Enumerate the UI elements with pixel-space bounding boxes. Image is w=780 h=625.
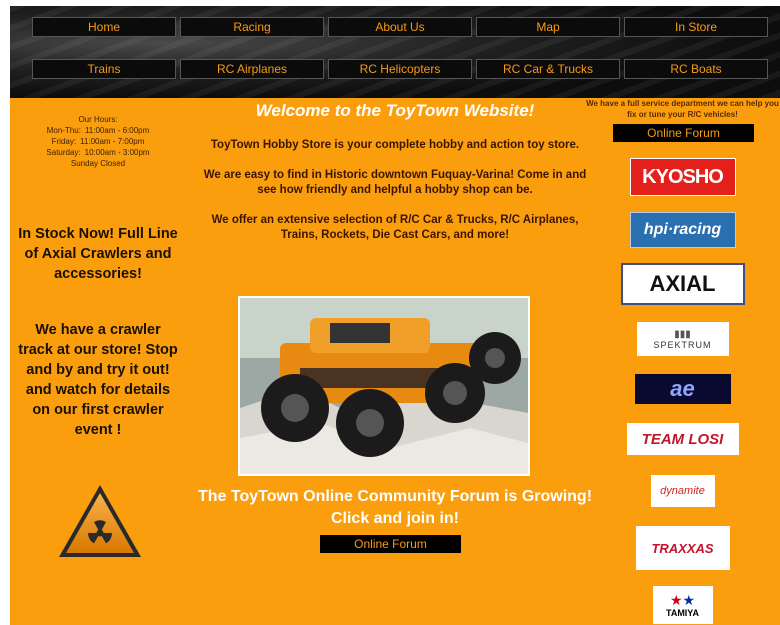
kyosho-logo-text: KYOSHO	[642, 165, 724, 188]
spektrum-logo[interactable]: ▮▮▮ SPEKTRUM	[636, 322, 729, 356]
traxxas-logo[interactable]: TRAXXAS	[635, 526, 730, 570]
center-column: Welcome to the ToyTown Website! ToyTown …	[195, 98, 595, 625]
hours-day: Mon-Thu:	[46, 126, 81, 135]
hpi-racing-logo[interactable]: hpi·racing	[629, 212, 736, 248]
hours-sunday: Sunday Closed	[70, 159, 126, 168]
page-frame: Home Racing About Us Map In Store Trains…	[10, 6, 780, 625]
radiation-warning-icon	[59, 485, 141, 557]
tamiya-stars-icon: ★★	[669, 592, 696, 608]
hours-time: 10:00am - 3:00pm	[84, 148, 150, 157]
welcome-heading: Welcome to the ToyTown Website!	[255, 101, 535, 120]
online-forum-button-right[interactable]: Online Forum	[613, 124, 754, 142]
hours-row: Mon-Thu: 11:00am - 6:00pm	[18, 125, 178, 136]
tamiya-logo[interactable]: ★★ TAMIYA	[652, 586, 713, 624]
tamiya-logo-text: TAMIYA	[665, 608, 699, 618]
nav-racing-button[interactable]: Racing	[180, 17, 324, 37]
hours-row: Saturday: 10:00am - 3:00pm	[18, 147, 178, 158]
in-stock-notice: In Stock Now! Full Line of Axial Crawler…	[18, 226, 178, 282]
rc-crawler-image	[240, 298, 528, 474]
hours-time: 11:00am - 6:00pm	[84, 126, 150, 135]
top-navigation: Home Racing About Us Map In Store Trains…	[10, 6, 780, 98]
nav-rc-boats-button[interactable]: RC Boats	[624, 59, 768, 79]
left-column: Our Hours: Mon-Thu: 11:00am - 6:00pm Frid…	[10, 98, 185, 625]
dynamite-logo[interactable]: dynamite	[650, 475, 715, 507]
hours-title: Our Hours:	[78, 115, 118, 124]
service-notice: We have a full service department we can…	[586, 99, 779, 119]
kyosho-logo[interactable]: KYOSHO	[629, 158, 736, 196]
online-forum-button[interactable]: Online Forum	[320, 535, 461, 553]
crawler-track-notice: We have a crawler track at our store! St…	[18, 322, 178, 438]
nav-about-us-button[interactable]: About Us	[328, 17, 472, 37]
nav-trains-button[interactable]: Trains	[32, 59, 176, 79]
hours-day: Friday:	[51, 137, 77, 146]
axial-logo[interactable]: AXIAL	[620, 263, 745, 305]
spektrum-logo-text: SPEKTRUM	[653, 339, 712, 350]
rc-crawler-photo	[238, 296, 530, 476]
hours-day: Saturday:	[46, 148, 81, 157]
nav-rc-airplanes-button[interactable]: RC Airplanes	[180, 59, 324, 79]
spektrum-bars-icon: ▮▮▮	[674, 328, 691, 340]
axial-logo-text: AXIAL	[649, 271, 716, 296]
ae-logo[interactable]: ae	[634, 374, 731, 404]
hpi-racing-logo-text: hpi·racing	[643, 221, 722, 238]
right-column: We have a full service department we can…	[585, 98, 780, 625]
hours-row: Friday: 11:00am - 7:00pm	[18, 136, 178, 147]
hours-time: 11:00am - 7:00pm	[80, 137, 145, 146]
store-hours: Our Hours: Mon-Thu: 11:00am - 6:00pm Frid…	[18, 114, 178, 169]
ae-logo-text: ae	[670, 376, 695, 401]
intro-text: ToyTown Hobby Store is your complete hob…	[195, 138, 595, 258]
nav-map-button[interactable]: Map	[476, 17, 620, 37]
team-losi-logo[interactable]: TEAM LOSI	[626, 423, 739, 455]
location-paragraph: We are easy to find in Historic downtown…	[203, 169, 587, 196]
nav-home-button[interactable]: Home	[32, 17, 176, 37]
nav-rc-car-trucks-button[interactable]: RC Car & Trucks	[476, 59, 620, 79]
selection-paragraph: We offer an extensive selection of R/C C…	[211, 214, 579, 241]
nav-in-store-button[interactable]: In Store	[624, 17, 768, 37]
team-losi-logo-text: TEAM LOSI	[641, 430, 724, 448]
nav-rc-helicopters-button[interactable]: RC Helicopters	[328, 59, 472, 79]
forum-promo-heading: The ToyTown Online Community Forum is Gr…	[197, 488, 593, 527]
intro-paragraph: ToyTown Hobby Store is your complete hob…	[210, 139, 580, 151]
traxxas-logo-text: TRAXXAS	[651, 540, 714, 556]
dynamite-logo-text: dynamite	[660, 485, 705, 497]
